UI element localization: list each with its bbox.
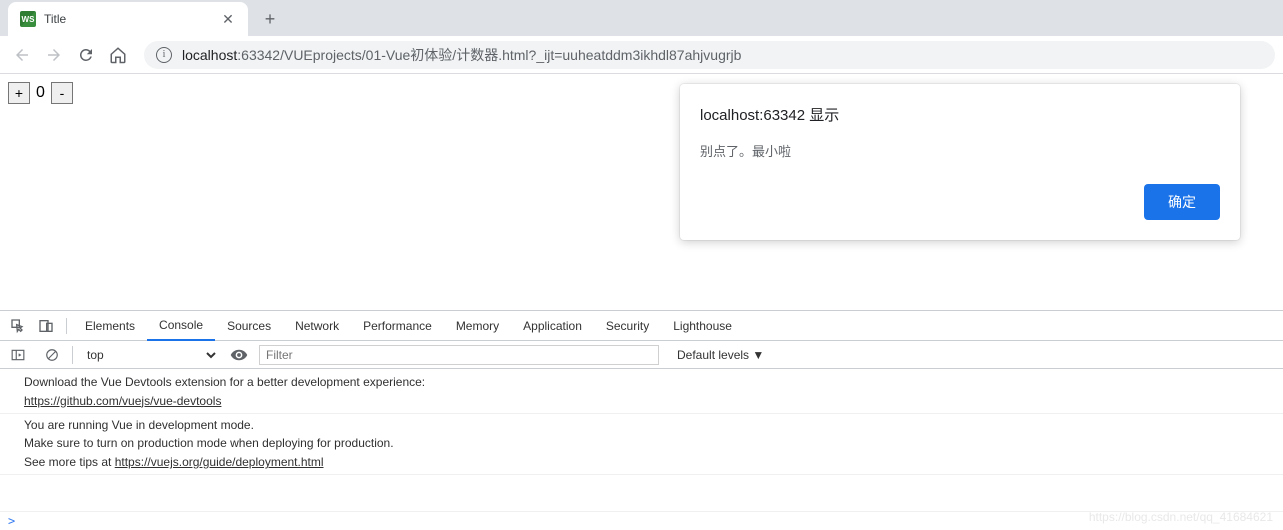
console-message-group: Download the Vue Devtools extension for …: [0, 373, 1283, 414]
counter-value: 0: [34, 84, 47, 102]
url-port: :63342: [237, 47, 280, 63]
live-expression-button[interactable]: [225, 341, 253, 369]
reload-icon: [77, 46, 95, 64]
console-message-group: You are running Vue in development mode.…: [0, 416, 1283, 475]
console-line: You are running Vue in development mode.: [0, 416, 1283, 435]
sidebar-icon: [11, 348, 25, 362]
alert-actions: 确定: [700, 184, 1220, 220]
home-button[interactable]: [104, 41, 132, 69]
tab-memory[interactable]: Memory: [444, 311, 511, 341]
tab-network[interactable]: Network: [283, 311, 351, 341]
new-tab-button[interactable]: +: [256, 5, 284, 33]
tab-security[interactable]: Security: [594, 311, 661, 341]
browser-tab-bar: WS Title ✕ +: [0, 0, 1283, 36]
info-icon[interactable]: i: [156, 47, 172, 63]
confirm-button[interactable]: 确定: [1144, 184, 1220, 220]
devtools-panel: Elements Console Sources Network Perform…: [0, 310, 1283, 530]
inspect-icon: [10, 318, 26, 334]
webstorm-icon: WS: [20, 11, 36, 27]
device-toolbar-button[interactable]: [32, 312, 60, 340]
tab-performance[interactable]: Performance: [351, 311, 444, 341]
clear-console-button[interactable]: [38, 341, 66, 369]
browser-tab[interactable]: WS Title ✕: [8, 2, 248, 36]
tab-title: Title: [44, 12, 212, 26]
browser-toolbar: i localhost:63342/VUEprojects/01-Vue初体验/…: [0, 36, 1283, 74]
arrow-left-icon: [13, 46, 31, 64]
reload-button[interactable]: [72, 41, 100, 69]
filter-input[interactable]: [259, 345, 659, 365]
decrement-button[interactable]: -: [51, 82, 73, 104]
clear-icon: [45, 348, 59, 362]
console-line: Make sure to turn on production mode whe…: [0, 434, 1283, 453]
tab-elements[interactable]: Elements: [73, 311, 147, 341]
device-icon: [38, 318, 54, 334]
alert-message: 别点了。最小啦: [700, 141, 1220, 160]
home-icon: [109, 46, 127, 64]
close-icon[interactable]: ✕: [220, 11, 236, 27]
console-line: https://github.com/vuejs/vue-devtools: [0, 392, 1283, 411]
address-bar[interactable]: i localhost:63342/VUEprojects/01-Vue初体验/…: [144, 41, 1275, 69]
console-text: See more tips at: [24, 455, 115, 469]
console-line: Download the Vue Devtools extension for …: [0, 373, 1283, 392]
alert-title: localhost:63342 显示: [700, 104, 1220, 125]
context-selector-wrap: top: [72, 346, 219, 364]
separator: [66, 318, 67, 334]
console-line: See more tips at https://vuejs.org/guide…: [0, 453, 1283, 472]
console-link[interactable]: https://github.com/vuejs/vue-devtools: [24, 394, 221, 408]
context-selector[interactable]: top: [79, 345, 219, 365]
arrow-right-icon: [45, 46, 63, 64]
increment-button[interactable]: +: [8, 82, 30, 104]
back-button[interactable]: [8, 41, 36, 69]
log-levels-dropdown[interactable]: Default levels ▼: [677, 348, 764, 362]
url-text: localhost:63342/VUEprojects/01-Vue初体验/计数…: [182, 45, 741, 65]
eye-icon: [230, 346, 248, 364]
console-toolbar: top Default levels ▼: [0, 341, 1283, 369]
watermark: https://blog.csdn.net/qq_41684621: [1089, 510, 1273, 524]
tab-application[interactable]: Application: [511, 311, 594, 341]
forward-button[interactable]: [40, 41, 68, 69]
url-host: localhost: [182, 47, 237, 63]
console-link[interactable]: https://vuejs.org/guide/deployment.html: [115, 455, 324, 469]
devtools-tabs: Elements Console Sources Network Perform…: [0, 311, 1283, 341]
url-path: /VUEprojects/01-Vue初体验/计数器.html?_ijt=uuh…: [280, 47, 741, 63]
tab-console[interactable]: Console: [147, 311, 215, 341]
console-sidebar-toggle[interactable]: [4, 341, 32, 369]
console-output: Download the Vue Devtools extension for …: [0, 369, 1283, 511]
tab-lighthouse[interactable]: Lighthouse: [661, 311, 744, 341]
inspect-element-button[interactable]: [4, 312, 32, 340]
tab-sources[interactable]: Sources: [215, 311, 283, 341]
alert-dialog: localhost:63342 显示 别点了。最小啦 确定: [680, 84, 1240, 240]
